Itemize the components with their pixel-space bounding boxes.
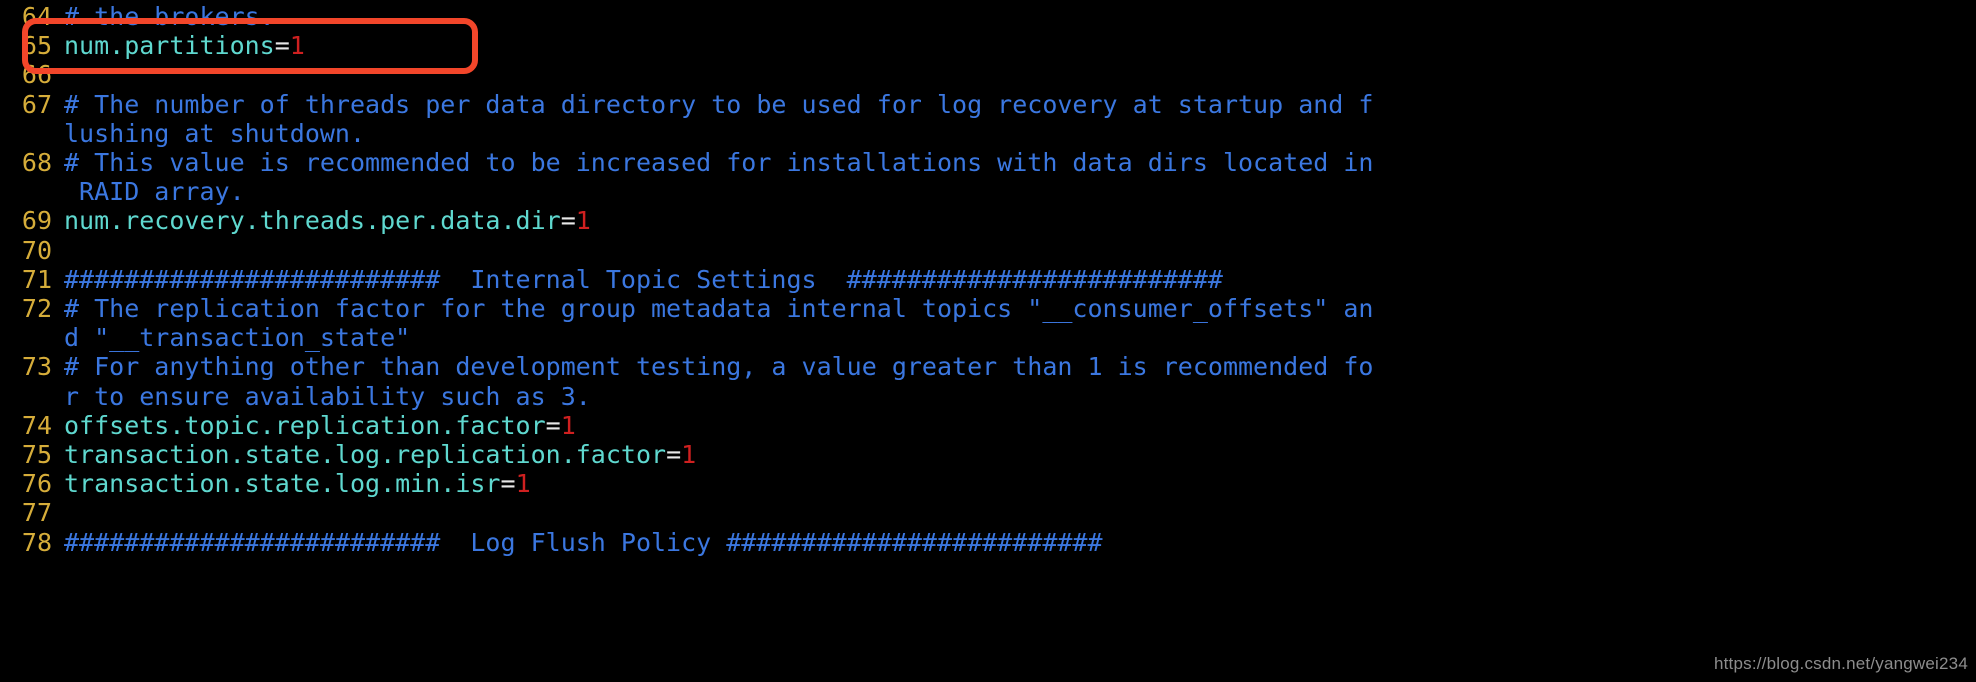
code-line[interactable]: 70: [0, 236, 1976, 265]
line-number: 69: [21, 206, 52, 236]
line-number: 76: [21, 469, 52, 499]
code-lines-container: 64 # the brokers. 65 num.partitions=1 66 67 # …: [0, 0, 1976, 557]
code-token-val: 1: [560, 410, 576, 440]
code-token-eq: =: [545, 410, 561, 440]
code-token-key: transaction.state.log.replication.factor: [64, 440, 667, 470]
line-number: 67: [21, 89, 52, 119]
code-line-content[interactable]: num.partitions=1: [52, 31, 1976, 60]
line-number: 71: [21, 264, 52, 294]
watermark-url: https://blog.csdn.net/yangwei234: [1713, 654, 1968, 673]
code-line-content[interactable]: r to ensure availability such as 3.: [52, 382, 1976, 411]
code-line-content[interactable]: ######################### Internal Topic…: [52, 265, 1976, 294]
code-token-comment: # The replication factor for the group m…: [64, 294, 1374, 324]
code-line-content[interactable]: # The replication factor for the group m…: [52, 294, 1976, 323]
line-number: 70: [21, 235, 52, 265]
line-number: 72: [21, 294, 52, 324]
code-token-comment: # This value is recommended to be increa…: [64, 148, 1374, 178]
code-token-eq: =: [666, 440, 682, 470]
code-line-content[interactable]: # the brokers.: [52, 2, 1976, 31]
code-token-comment: lushing at shutdown.: [64, 118, 366, 148]
code-line-content[interactable]: transaction.state.log.replication.factor…: [52, 440, 1976, 469]
code-token-key: offsets.topic.replication.factor: [64, 410, 546, 440]
code-token-comment: ######################### Log Flush Poli…: [64, 527, 1103, 557]
code-line[interactable]: 65 num.partitions=1: [0, 31, 1976, 60]
code-editor-view: 64 # the brokers. 65 num.partitions=1 66 67 # …: [0, 0, 1976, 682]
line-number: 66: [21, 60, 52, 90]
code-line-wrapped[interactable]: lushing at shutdown.: [0, 119, 1976, 148]
code-token-comment: ######################### Internal Topic…: [64, 264, 1223, 294]
line-number: 77: [21, 498, 52, 528]
code-line-wrapped[interactable]: r to ensure availability such as 3.: [0, 382, 1976, 411]
code-line[interactable]: 76 transaction.state.log.min.isr=1: [0, 469, 1976, 498]
code-token-eq: =: [274, 31, 290, 61]
code-token-val: 1: [681, 440, 697, 470]
code-line-content[interactable]: lushing at shutdown.: [52, 119, 1976, 148]
line-number: 68: [21, 148, 52, 178]
code-token-key: num.recovery.threads.per.data.dir: [64, 206, 561, 236]
code-line[interactable]: 69 num.recovery.threads.per.data.dir=1: [0, 206, 1976, 235]
code-line[interactable]: 77: [0, 498, 1976, 527]
code-token-val: 1: [575, 206, 591, 236]
line-number: 74: [21, 410, 52, 440]
code-token-comment: # For anything other than development te…: [64, 352, 1374, 382]
code-line[interactable]: 72 # The replication factor for the group…: [0, 294, 1976, 323]
line-number: 78: [21, 527, 52, 557]
code-line[interactable]: 71 ######################### Internal Top…: [0, 265, 1976, 294]
code-line-content[interactable]: d "__transaction_state": [52, 323, 1976, 352]
code-token-key: num.partitions: [64, 31, 275, 61]
code-line-content[interactable]: num.recovery.threads.per.data.dir=1: [52, 206, 1976, 235]
line-number: 75: [21, 440, 52, 470]
code-line-content[interactable]: transaction.state.log.min.isr=1: [52, 469, 1976, 498]
code-token-comment: RAID array.: [64, 177, 245, 207]
code-line-content[interactable]: # For anything other than development te…: [52, 352, 1976, 381]
code-line-content[interactable]: # This value is recommended to be increa…: [52, 148, 1976, 177]
code-line-content[interactable]: offsets.topic.replication.factor=1: [52, 411, 1976, 440]
code-line[interactable]: 73 # For anything other than development …: [0, 352, 1976, 381]
code-token-val: 1: [289, 31, 305, 61]
code-token-comment: r to ensure availability such as 3.: [64, 381, 591, 411]
code-line-wrapped[interactable]: RAID array.: [0, 177, 1976, 206]
code-line[interactable]: 68 # This value is recommended to be incr…: [0, 148, 1976, 177]
code-line[interactable]: 66: [0, 60, 1976, 89]
code-line-content[interactable]: RAID array.: [52, 177, 1976, 206]
code-line-content[interactable]: ######################### Log Flush Poli…: [52, 528, 1976, 557]
code-token-comment: # the brokers.: [64, 2, 275, 31]
line-number: 64: [21, 2, 52, 31]
line-number: 65: [21, 31, 52, 61]
code-token-eq: =: [500, 469, 516, 499]
code-token-val: 1: [515, 469, 531, 499]
code-token-eq: =: [560, 206, 576, 236]
code-line-content[interactable]: # The number of threads per data directo…: [52, 90, 1976, 119]
code-line[interactable]: 74 offsets.topic.replication.factor=1: [0, 411, 1976, 440]
code-token-comment: # The number of threads per data directo…: [64, 89, 1374, 119]
code-token-key: transaction.state.log.min.isr: [64, 469, 501, 499]
code-token-comment: d "__transaction_state": [64, 323, 411, 353]
line-number: 73: [21, 352, 52, 382]
code-line[interactable]: 78 ######################### Log Flush Po…: [0, 528, 1976, 557]
code-line-wrapped[interactable]: d "__transaction_state": [0, 323, 1976, 352]
code-line[interactable]: 64 # the brokers.: [0, 2, 1976, 31]
code-line[interactable]: 67 # The number of threads per data direc…: [0, 90, 1976, 119]
code-line[interactable]: 75 transaction.state.log.replication.fact…: [0, 440, 1976, 469]
